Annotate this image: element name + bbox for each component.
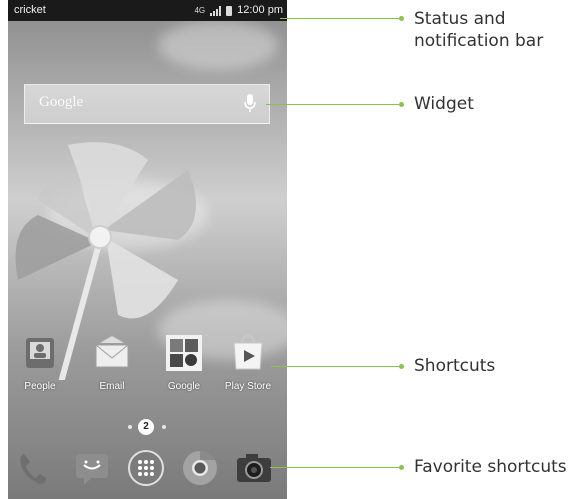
people-icon <box>26 338 54 368</box>
shortcuts-callout: Shortcuts <box>414 356 496 376</box>
callout-line <box>266 104 402 105</box>
shortcut-label: Play Store <box>224 381 272 392</box>
page-dot <box>162 425 166 429</box>
network-type: 4G <box>194 6 206 15</box>
signal-icon <box>210 5 222 16</box>
shortcut-label: People <box>24 381 56 392</box>
callout-dot <box>399 465 404 470</box>
current-page: 2 <box>138 419 154 435</box>
status-bar-callout: Status and notification bar <box>414 9 544 51</box>
callout-dot <box>399 102 404 107</box>
clock: 12:00 pm <box>237 4 283 16</box>
shortcut-play-store[interactable]: Play Store <box>218 333 278 392</box>
shortcut-label: Google <box>167 381 201 392</box>
widget-label: Google <box>39 94 84 110</box>
messaging-icon[interactable] <box>72 448 112 488</box>
shortcut-label: Email <box>99 381 125 392</box>
shortcut-google-folder[interactable]: Google <box>154 333 214 392</box>
callout-line <box>280 18 402 19</box>
callout-dot <box>399 364 404 369</box>
phone-icon[interactable] <box>14 448 54 488</box>
google-search-widget[interactable]: Google <box>24 84 270 124</box>
google-folder-icon <box>166 335 202 371</box>
shortcut-people[interactable]: People <box>10 333 70 392</box>
callout-line <box>270 467 402 468</box>
shortcuts-row: People Email Google Play Store <box>8 333 287 393</box>
chrome-icon[interactable] <box>180 448 220 488</box>
favorites-dock <box>8 446 287 490</box>
phone-screen: cricket 4G 12:00 pm Google People Email … <box>8 0 287 499</box>
callout-line <box>270 366 402 367</box>
microphone-icon[interactable] <box>243 93 257 113</box>
shortcut-email[interactable]: Email <box>82 333 142 392</box>
play-store-icon <box>233 334 263 370</box>
page-indicator[interactable]: 2 <box>8 419 287 435</box>
email-icon <box>95 335 129 368</box>
widget-callout: Widget <box>414 94 474 114</box>
favorite-shortcuts-callout: Favorite shortcuts <box>414 457 567 477</box>
carrier-label: cricket <box>14 4 46 16</box>
app-drawer-icon[interactable] <box>126 448 166 488</box>
page-dot <box>128 425 132 429</box>
battery-icon <box>226 5 233 16</box>
camera-icon[interactable] <box>234 448 274 488</box>
callout-dot <box>399 16 404 21</box>
status-bar[interactable]: cricket 4G 12:00 pm <box>8 0 287 21</box>
